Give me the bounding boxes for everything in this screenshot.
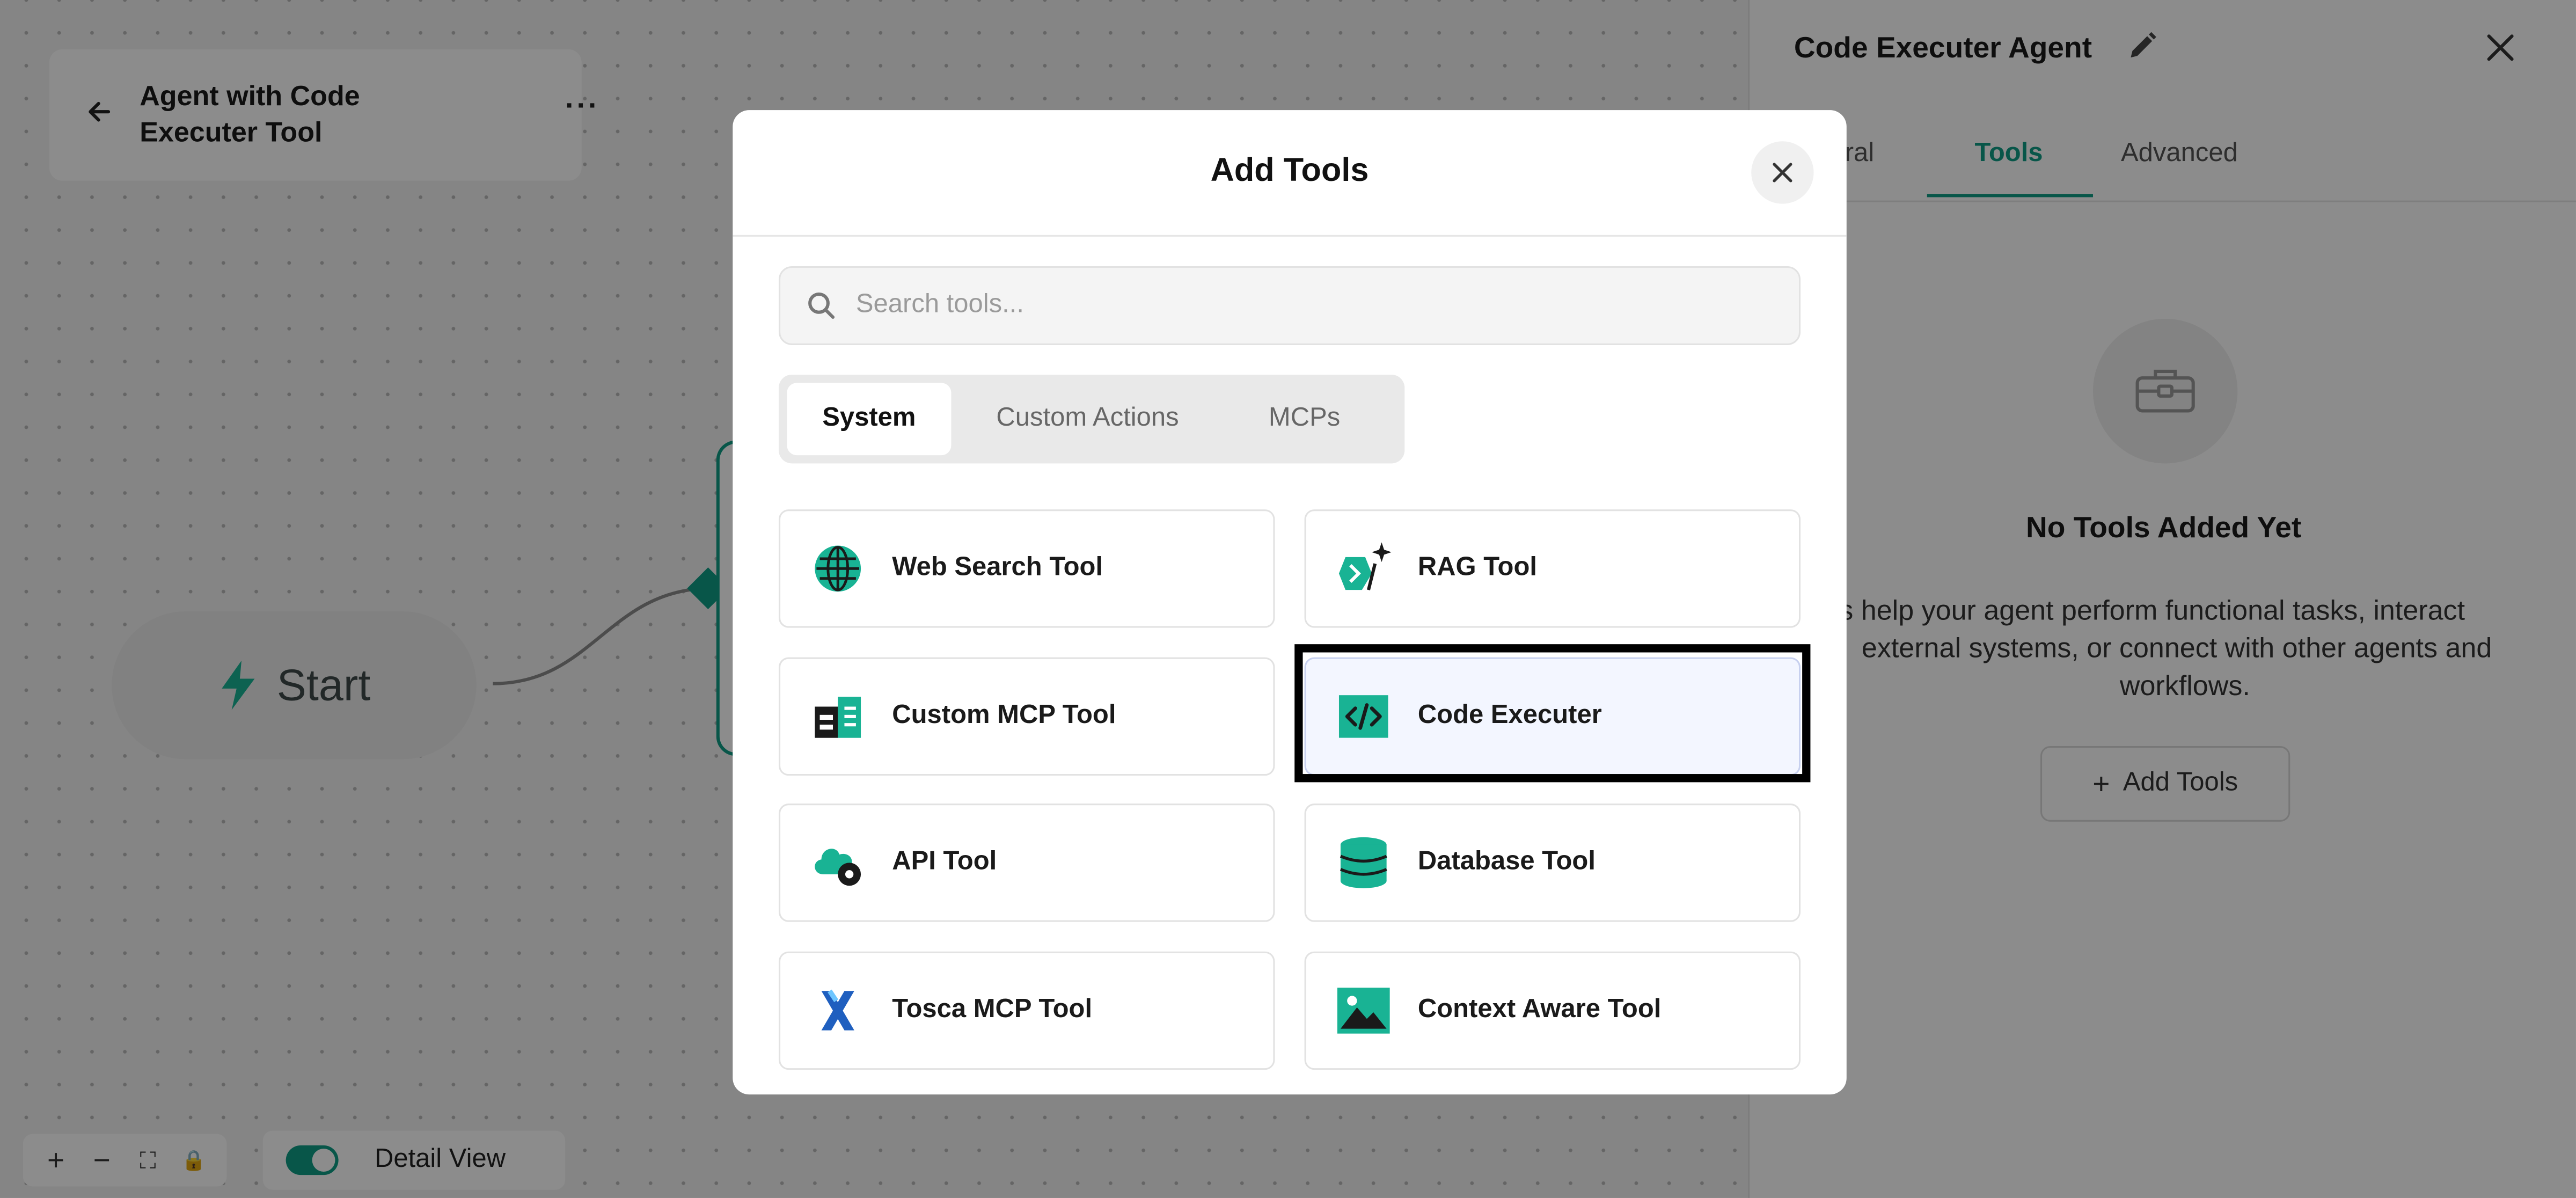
code-icon <box>1336 689 1392 744</box>
tool-label: RAG Tool <box>1417 553 1537 582</box>
rag-icon <box>1336 540 1392 596</box>
tool-card-tosca-mcp[interactable]: Tosca MCP Tool <box>779 951 1275 1070</box>
tab-system[interactable]: System <box>787 383 952 456</box>
custom-mcp-icon <box>810 689 866 744</box>
tool-card-custom-mcp[interactable]: Custom MCP Tool <box>779 657 1275 776</box>
database-icon <box>1336 835 1392 890</box>
tool-card-context-aware[interactable]: Context Aware Tool <box>1304 951 1801 1070</box>
tool-card-api[interactable]: API Tool <box>779 803 1275 922</box>
modal-close-button[interactable] <box>1751 141 1814 204</box>
tool-label: Custom MCP Tool <box>892 702 1116 730</box>
add-tools-modal: Add Tools System Custom Actions MCPs <box>733 110 1847 1095</box>
tab-custom-actions[interactable]: Custom Actions <box>964 383 1211 455</box>
search-input[interactable] <box>852 289 1747 323</box>
close-icon <box>1773 163 1792 182</box>
tool-card-code-executer[interactable]: Code Executer <box>1304 657 1801 776</box>
tool-label: Code Executer <box>1417 702 1602 730</box>
search-icon <box>808 292 835 319</box>
tool-card-database[interactable]: Database Tool <box>1304 803 1801 922</box>
globe-icon <box>810 540 866 596</box>
tool-card-web-search[interactable]: Web Search Tool <box>779 509 1275 628</box>
cloud-gear-icon <box>810 835 866 890</box>
tool-label: API Tool <box>892 848 997 876</box>
tool-label: Context Aware Tool <box>1417 996 1662 1024</box>
tool-label: Database Tool <box>1417 848 1596 876</box>
tool-label: Tosca MCP Tool <box>892 996 1093 1024</box>
tool-card-rag[interactable]: RAG Tool <box>1304 509 1801 628</box>
tab-mcps[interactable]: MCPs <box>1223 383 1387 455</box>
image-icon <box>1336 983 1392 1039</box>
modal-header: Add Tools <box>733 110 1847 237</box>
tool-label: Web Search Tool <box>892 553 1103 582</box>
search-box <box>779 266 1801 345</box>
tosca-icon <box>810 983 866 1039</box>
modal-title: Add Tools <box>1210 152 1369 189</box>
tool-category-tabs: System Custom Actions MCPs <box>779 375 1405 464</box>
